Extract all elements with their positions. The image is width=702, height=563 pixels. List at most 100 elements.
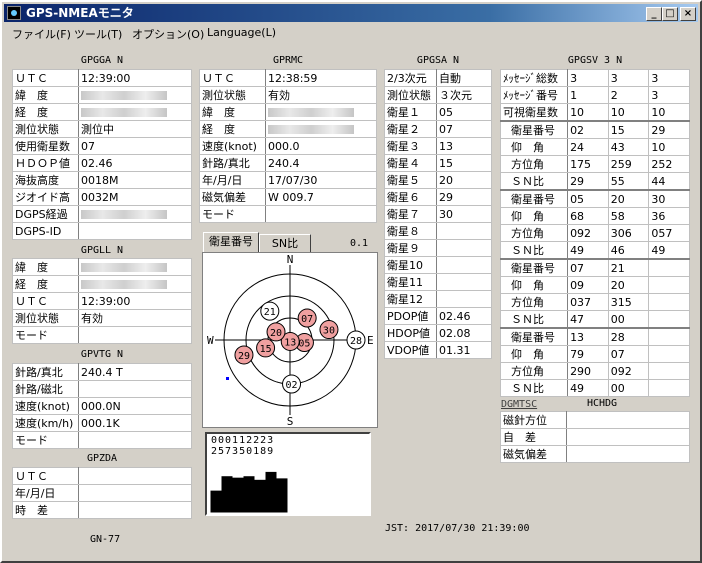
maximize-button[interactable]: □ bbox=[662, 7, 678, 21]
field-label: ＳＮ比 bbox=[499, 310, 569, 329]
menu-file[interactable]: ファイル(F) bbox=[12, 26, 71, 42]
field-value: ３次元 bbox=[436, 86, 492, 104]
field-value: 20 bbox=[436, 171, 492, 189]
field-value bbox=[78, 258, 192, 276]
field-value: 自動 bbox=[436, 69, 492, 87]
field-label: 2/3次元 bbox=[384, 69, 437, 87]
field-label: モード bbox=[12, 326, 79, 344]
field-label: 方位角 bbox=[499, 362, 569, 380]
field-label: 自 差 bbox=[500, 428, 567, 446]
gpzda-header: GPZDA bbox=[86, 453, 118, 464]
field-value: 13 bbox=[436, 137, 492, 155]
field-label: 衛星10 bbox=[384, 256, 437, 274]
field-label: 衛星番号 bbox=[499, 327, 569, 346]
field-value: 306 bbox=[607, 224, 650, 242]
snr-bar bbox=[243, 476, 255, 513]
menu-tools[interactable]: ツール(T) bbox=[74, 26, 122, 42]
field-label: 衛星８ bbox=[384, 222, 437, 240]
table-row: 衛星番号 13 28 bbox=[499, 327, 690, 346]
redacted-coordinate bbox=[81, 91, 167, 100]
field-value: 46 bbox=[607, 241, 650, 260]
field-value: 000.1K bbox=[78, 414, 192, 432]
north-label: N bbox=[287, 253, 294, 266]
tab-snr[interactable]: SN比 bbox=[259, 234, 311, 253]
table-row: 速度(km/h) 000.1K bbox=[12, 414, 192, 432]
field-value: 1 bbox=[567, 86, 609, 104]
field-label: 経 度 bbox=[12, 103, 79, 121]
table-row: ＳＮ比 29 55 44 bbox=[499, 172, 690, 191]
title-bar: GPS-NMEAモニタ _ □ × bbox=[4, 4, 698, 22]
table-row: ＳＮ比 49 00 bbox=[499, 379, 690, 397]
table-row: 測位状態 ３次元 bbox=[384, 86, 492, 104]
field-value bbox=[78, 380, 192, 398]
field-label: 衛星７ bbox=[384, 205, 437, 223]
hchdg-table: 磁針方位自 差磁気偏差 bbox=[500, 411, 690, 463]
snr-bars-svg bbox=[210, 471, 288, 513]
field-value: 240.4 T bbox=[78, 363, 192, 381]
field-value bbox=[648, 362, 690, 380]
gpgsv-table: ﾒｯｾｰｼﾞ総数 3 3 3 ﾒｯｾｰｼﾞ番号 1 2 3 可視衛星数 10 10 10 衛星番号 02 1… bbox=[499, 69, 690, 397]
table-row: ＵＴＣ 12:39:00 bbox=[12, 292, 192, 310]
table-row: ＵＴＣ 12:39:00 bbox=[12, 69, 192, 87]
field-value bbox=[265, 205, 377, 223]
field-value: 49 bbox=[567, 241, 609, 260]
close-button[interactable]: × bbox=[680, 7, 696, 21]
table-row: 衛星11 bbox=[384, 273, 492, 291]
table-row: ＳＮ比 47 00 bbox=[499, 310, 690, 329]
table-row: 仰 角 79 07 bbox=[499, 345, 690, 363]
field-label: VDOP値 bbox=[384, 341, 437, 359]
field-label: 緯 度 bbox=[199, 103, 266, 121]
table-row: 可視衛星数 10 10 10 bbox=[499, 103, 690, 122]
field-value bbox=[78, 501, 192, 519]
field-value: 252 bbox=[648, 155, 690, 173]
satellite-id: 21 bbox=[264, 307, 276, 318]
field-value: 10 bbox=[607, 103, 650, 122]
table-row: モード bbox=[12, 326, 192, 344]
field-value: 000.0 bbox=[265, 137, 377, 155]
field-value bbox=[436, 222, 492, 240]
menu-bar: ファイル(F) ツール(T) オプション(O) Language(L) bbox=[4, 23, 698, 43]
table-row: 方位角 175 259 252 bbox=[499, 155, 690, 173]
table-row: ﾒｯｾｰｼﾞ総数 3 3 3 bbox=[499, 69, 690, 87]
table-row: 速度(knot) 000.0 bbox=[199, 137, 377, 155]
field-label: 測位状態 bbox=[384, 86, 437, 104]
satellite-id: 13 bbox=[284, 337, 296, 348]
field-value: 15 bbox=[436, 154, 492, 172]
menu-options[interactable]: オプション(O) bbox=[132, 26, 204, 42]
redacted-coordinate bbox=[81, 108, 167, 117]
table-row: HDOP値 02.08 bbox=[384, 324, 492, 342]
redacted-coordinate bbox=[81, 263, 167, 272]
south-label: S bbox=[287, 415, 294, 427]
field-label: 速度(knot) bbox=[199, 137, 266, 155]
table-row: 仰 角 09 20 bbox=[499, 276, 690, 294]
field-value: 092 bbox=[607, 362, 650, 380]
field-label: 衛星９ bbox=[384, 239, 437, 257]
field-label: 衛星５ bbox=[384, 171, 437, 189]
field-label: 速度(knot) bbox=[12, 397, 79, 415]
table-row: 方位角 092 306 057 bbox=[499, 224, 690, 242]
field-value bbox=[648, 293, 690, 311]
tab-satellite-number[interactable]: 衛星番号 bbox=[203, 232, 259, 253]
minimize-button[interactable]: _ bbox=[646, 7, 662, 21]
table-row: 針路/真北 240.4 bbox=[199, 154, 377, 172]
gpgsv-header: GPGSV 3 N bbox=[567, 55, 623, 66]
table-row: 速度(knot) 000.0N bbox=[12, 397, 192, 415]
field-value: 09 bbox=[567, 276, 609, 294]
field-value: 15 bbox=[607, 120, 650, 139]
field-value bbox=[78, 86, 192, 104]
field-label: 速度(km/h) bbox=[12, 414, 79, 432]
table-row: 衛星９ bbox=[384, 239, 492, 257]
table-row: モード bbox=[12, 431, 192, 449]
field-value: 02.46 bbox=[78, 154, 192, 172]
field-value: 10 bbox=[648, 138, 690, 156]
field-label: 緯 度 bbox=[12, 258, 79, 276]
field-label: 磁気偏差 bbox=[500, 445, 567, 463]
field-value: 05 bbox=[436, 103, 492, 121]
field-value bbox=[648, 379, 690, 397]
field-value: 29 bbox=[567, 172, 609, 191]
field-label: ﾒｯｾｰｼﾞ番号 bbox=[499, 86, 569, 104]
menu-language[interactable]: Language(L) bbox=[207, 26, 276, 39]
field-value: 13 bbox=[567, 327, 609, 346]
field-label: ＳＮ比 bbox=[499, 241, 569, 260]
gpgsa-table: 2/3次元 自動 測位状態 ３次元 衛星１ 05 衛星２ 07 衛星３ 13 衛星４ 15 衛星５ 20 衛… bbox=[384, 69, 492, 359]
